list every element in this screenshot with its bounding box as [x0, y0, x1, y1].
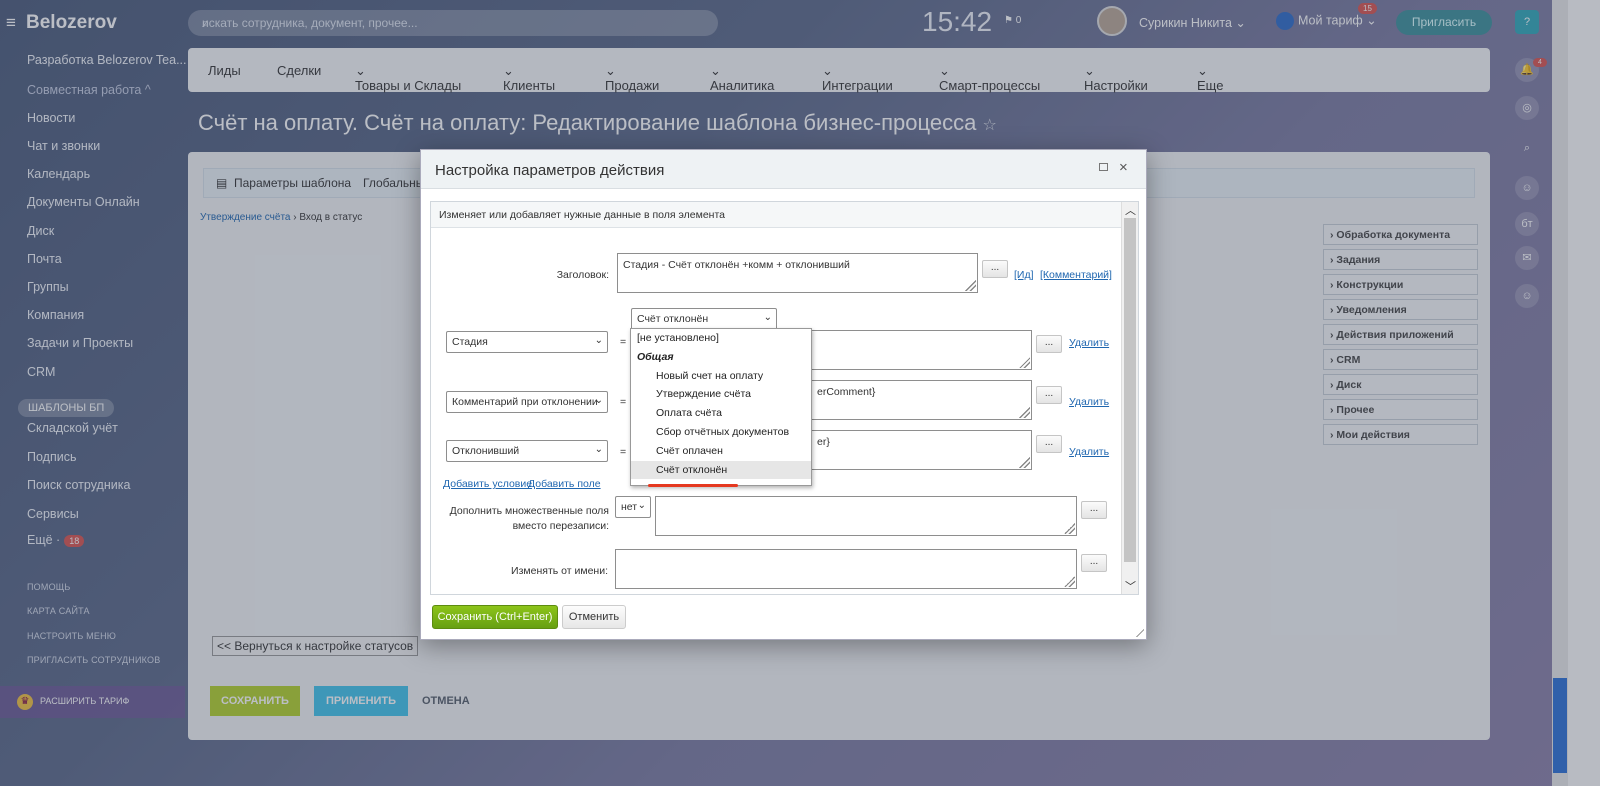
row-dots-button[interactable]: ...: [1036, 435, 1062, 453]
multi-fields-value: нет: [621, 501, 638, 513]
dialog-header: Настройка параметров действия ×: [421, 150, 1146, 189]
action-settings-dialog: Настройка параметров действия × Изменяет…: [420, 149, 1147, 640]
add-field-link[interactable]: Добавить поле: [528, 478, 601, 490]
dropdown-option[interactable]: Оплата счёта: [631, 404, 811, 423]
dialog-body: Изменяет или добавляет нужные данные в п…: [430, 201, 1139, 595]
stage-value-text: Счёт отклонён: [637, 313, 709, 325]
multi-label-line1: Дополнить множественные поля: [449, 505, 609, 517]
multi-fields-textarea[interactable]: [655, 496, 1077, 536]
field-select-text: Комментарий при отклонении: [452, 396, 598, 408]
dropdown-option[interactable]: Утверждение счёта: [631, 385, 811, 404]
change-from-textarea[interactable]: [615, 549, 1077, 589]
dropdown-option-selected[interactable]: Счёт отклонён: [631, 460, 811, 480]
title-textarea-value: Стадия - Счёт отклонён +комм + отклонивш…: [623, 259, 850, 271]
dropdown-option-unset[interactable]: [не установлено]: [631, 329, 811, 348]
dropdown-group: Общая: [637, 350, 674, 363]
maximize-icon[interactable]: [1099, 163, 1108, 171]
dialog-save-button[interactable]: Сохранить (Ctrl+Enter): [432, 605, 558, 629]
dialog-title: Настройка параметров действия: [435, 162, 665, 179]
resize-grip-icon[interactable]: [965, 280, 976, 291]
equals-sign: =: [620, 336, 627, 348]
multi-fields-label: Дополнить множественные поля вместо перез…: [441, 504, 609, 534]
change-from-label: Изменять от имени:: [511, 565, 608, 577]
delete-row-link[interactable]: Удалить: [1069, 337, 1109, 349]
stage-value-textarea[interactable]: [811, 330, 1032, 370]
delete-row-link[interactable]: Удалить: [1069, 396, 1109, 408]
row-dots-button[interactable]: ...: [1036, 335, 1062, 353]
chevron-down-icon: ⌄: [594, 444, 603, 455]
field-select-text: Стадия: [452, 336, 488, 348]
dialog-scrollbar-thumb[interactable]: [1124, 218, 1136, 562]
multi-label-line2: вместо перезаписи:: [512, 520, 609, 532]
field-select-rejector[interactable]: Отклонивший ⌄: [446, 440, 608, 462]
title-label: Заголовок:: [556, 269, 609, 281]
chevron-down-icon[interactable]: ﹀: [1125, 578, 1136, 594]
dropdown-option[interactable]: Новый счет на оплату: [631, 367, 811, 386]
chevron-down-icon: ⌄: [637, 500, 646, 511]
resize-grip-icon[interactable]: [1019, 357, 1030, 368]
stage-value-select[interactable]: Счёт отклонён ⌄: [631, 308, 777, 330]
chevron-down-icon: ⌄: [594, 335, 603, 346]
highlight-underline: [648, 484, 738, 487]
close-icon[interactable]: ×: [1119, 159, 1128, 176]
row-value: erComment}: [817, 386, 876, 398]
change-from-dots-button[interactable]: ...: [1081, 554, 1107, 572]
dialog-description: Изменяет или добавляет нужные данные в п…: [431, 202, 1121, 228]
resize-grip-icon[interactable]: [1019, 407, 1030, 418]
dropdown-option[interactable]: Сбор отчётных документов: [631, 423, 811, 442]
chevron-up-icon[interactable]: ︿: [1125, 202, 1136, 218]
insert-id-link[interactable]: [Ид]: [1014, 269, 1034, 281]
field-select-comment[interactable]: Комментарий при отклонении ⌄: [446, 391, 608, 413]
equals-sign: =: [620, 396, 627, 408]
equals-sign: =: [620, 446, 627, 458]
field-select-text: Отклонивший: [452, 445, 520, 457]
chevron-down-icon: ⌄: [594, 395, 603, 406]
title-textarea[interactable]: Стадия - Счёт отклонён +комм + отклонивш…: [617, 253, 978, 293]
dialog-cancel-button[interactable]: Отменить: [562, 605, 626, 629]
field-select-stage[interactable]: Стадия ⌄: [446, 331, 608, 353]
multi-dots-button[interactable]: ...: [1081, 501, 1107, 519]
row-dots-button[interactable]: ...: [1036, 386, 1062, 404]
add-condition-link[interactable]: Добавить условие: [443, 478, 532, 490]
dialog-resize-grip-icon[interactable]: [1135, 628, 1144, 637]
insert-comment-link[interactable]: [Комментарий]: [1040, 269, 1112, 281]
resize-grip-icon[interactable]: [1064, 576, 1075, 587]
multi-fields-select[interactable]: нет ⌄: [615, 496, 651, 518]
dropdown-option[interactable]: Счёт оплачен: [631, 442, 811, 461]
delete-row-link[interactable]: Удалить: [1069, 446, 1109, 458]
dialog-scrollbar[interactable]: ︿ ﹀: [1121, 202, 1138, 594]
comment-value-textarea[interactable]: erComment}: [811, 380, 1032, 420]
title-dots-button[interactable]: ...: [982, 260, 1008, 278]
resize-grip-icon[interactable]: [1019, 457, 1030, 468]
row-value: er}: [817, 436, 830, 448]
chevron-down-icon: ⌄: [763, 312, 772, 323]
resize-grip-icon[interactable]: [1064, 523, 1075, 534]
rejector-value-textarea[interactable]: er}: [811, 430, 1032, 470]
stage-dropdown-list: [не установлено] Общая Новый счет на опл…: [630, 328, 812, 486]
